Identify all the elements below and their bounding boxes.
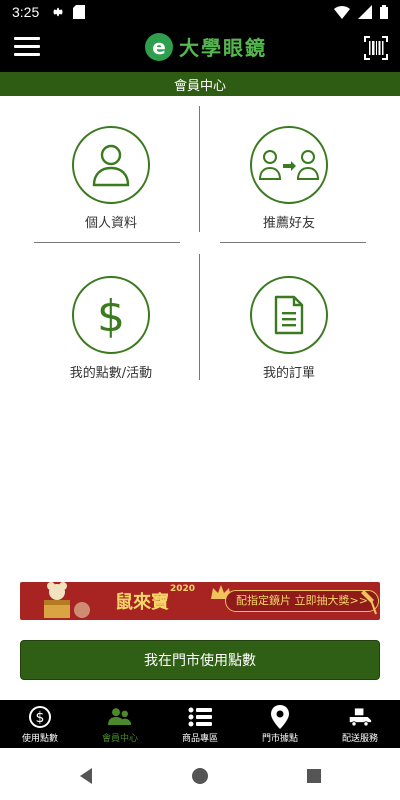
dollar-circle-icon: $ <box>29 705 51 728</box>
members-icon <box>108 707 132 725</box>
tile-profile[interactable]: 個人資料 <box>34 96 214 242</box>
signal-icon <box>358 5 372 19</box>
system-nav-bar <box>0 752 400 800</box>
back-button[interactable] <box>74 764 98 788</box>
battery-icon <box>380 5 388 19</box>
nav-products[interactable]: 商品專區 <box>165 700 235 748</box>
treasure-mascot-icon <box>44 582 90 618</box>
refer-friend-icon <box>259 150 319 180</box>
svg-text:$: $ <box>36 710 45 726</box>
tile-points-activities[interactable]: $ 我的點數/活動 <box>34 246 214 392</box>
nav-label: 配送服務 <box>341 733 378 744</box>
nav-label: 會員中心 <box>101 733 138 744</box>
use-points-in-store-button[interactable]: 我在門市使用點數 <box>20 640 380 680</box>
nav-label: 門市據點 <box>261 733 298 744</box>
wifi-icon <box>334 6 350 19</box>
brand-name: 大學眼鏡 <box>179 36 267 60</box>
delivery-truck-icon <box>349 707 372 726</box>
list-icon <box>188 707 212 726</box>
menu-button[interactable] <box>14 37 40 59</box>
back-triangle-icon <box>80 768 92 784</box>
gift-icon <box>361 590 377 615</box>
recents-button[interactable] <box>302 764 326 788</box>
status-bar: 3:25 <box>0 0 400 24</box>
nav-member-center[interactable]: 會員中心 <box>85 700 155 748</box>
member-menu-grid: 個人資料 推薦好友 $ 我的點數/活動 我的訂單 <box>0 96 400 396</box>
barcode-icon[interactable] <box>362 34 390 62</box>
tile-label: 推薦好友 <box>262 216 315 231</box>
promo-banner[interactable]: 鼠來寶 2020 配指定鏡片 立即抽大獎>> <box>20 582 380 620</box>
tile-refer-friend[interactable]: 推薦好友 <box>212 96 392 242</box>
divider <box>34 242 180 243</box>
home-button[interactable] <box>188 764 212 788</box>
tile-label: 我的點數/活動 <box>69 366 153 381</box>
home-circle-icon <box>192 768 208 784</box>
settings-gear-icon <box>53 7 64 17</box>
sd-card-icon <box>73 5 86 19</box>
document-icon <box>274 295 304 335</box>
brand: e 大學眼鏡 <box>145 32 267 61</box>
nav-delivery-service[interactable]: 配送服務 <box>325 700 395 748</box>
banner-year: 2020 <box>170 584 196 594</box>
divider <box>220 242 366 243</box>
dollar-icon: $ <box>97 291 125 339</box>
app-bar: e 大學眼鏡 <box>0 24 400 72</box>
hamburger-icon <box>14 37 40 40</box>
tile-label: 我的訂單 <box>262 366 315 381</box>
brand-logo-icon: e <box>145 32 173 61</box>
banner-cta: 配指定鏡片 立即抽大獎>> <box>225 590 379 612</box>
person-icon <box>92 144 130 187</box>
nav-use-points[interactable]: $ 使用點數 <box>5 700 75 748</box>
location-pin-icon <box>271 704 289 729</box>
nav-label: 商品專區 <box>181 733 218 744</box>
recents-square-icon <box>307 769 321 783</box>
svg-text:$: $ <box>97 291 125 339</box>
bottom-nav: $ 使用點數 會員中心 商品專區 門市據點 配送服務 <box>0 700 400 748</box>
status-time: 3:25 <box>12 4 40 20</box>
banner-headline: 鼠來寶 <box>115 592 169 613</box>
nav-label: 使用點數 <box>21 733 58 744</box>
tile-label: 個人資料 <box>84 216 137 231</box>
tile-my-orders[interactable]: 我的訂單 <box>212 246 392 392</box>
page-title: 會員中心 <box>0 72 400 96</box>
nav-store-locations[interactable]: 門市據點 <box>245 700 315 748</box>
